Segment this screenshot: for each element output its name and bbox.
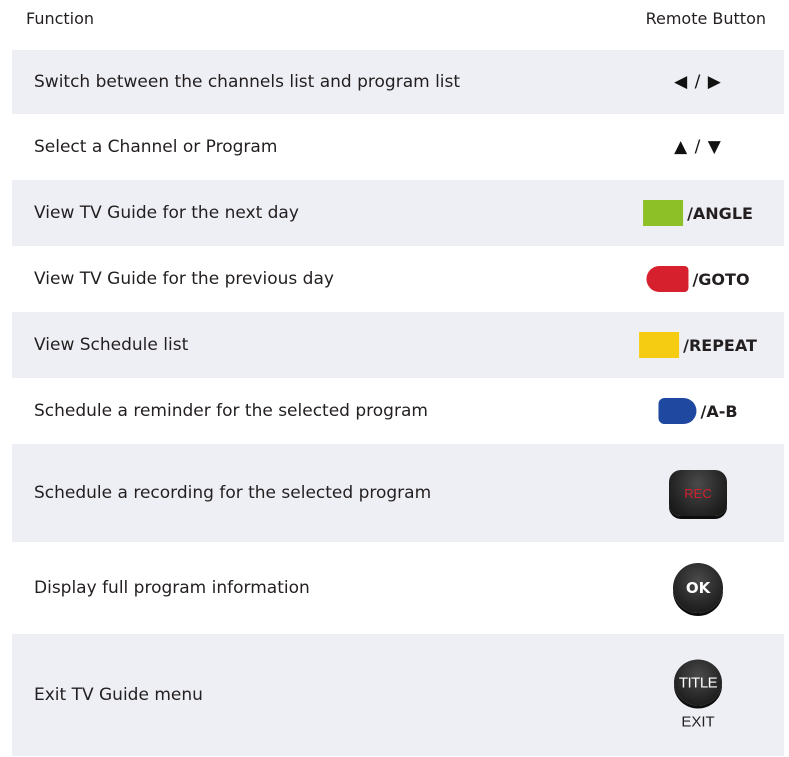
red-key-button: /GOTO [646, 266, 750, 292]
key-label: /REPEAT [683, 335, 757, 355]
green-key-button: /ANGLE [643, 200, 753, 226]
blue-key-button: /A-B [658, 398, 738, 424]
header-function: Function [26, 9, 95, 28]
function-text: View TV Guide for the next day [34, 203, 299, 223]
key-label: /GOTO [692, 269, 750, 289]
red-key-icon [646, 266, 689, 292]
function-text: View TV Guide for the previous day [34, 269, 334, 289]
table-row: Switch between the channels list and pro… [12, 50, 784, 114]
rec-button-icon: REC [669, 470, 727, 516]
function-text: Schedule a recording for the selected pr… [34, 483, 432, 503]
table-row: Display full program information OK [12, 542, 784, 634]
function-text: View Schedule list [34, 335, 189, 355]
table-row: View TV Guide for the next day /ANGLE [12, 180, 784, 246]
table-row: Schedule a recording for the selected pr… [12, 444, 784, 542]
function-text: Switch between the channels list and pro… [34, 72, 461, 92]
key-label: /A-B [700, 401, 738, 421]
blue-key-icon [658, 398, 697, 424]
function-text: Select a Channel or Program [34, 137, 278, 157]
function-text: Schedule a reminder for the selected pro… [34, 401, 428, 421]
title-button-label: TITLE [674, 659, 722, 706]
left-right-arrow-icon: ◀ / ▶ [674, 72, 722, 92]
table-row: View TV Guide for the previous day /GOTO [12, 246, 784, 312]
title-button-icon: TITLE EXIT [674, 659, 722, 731]
yellow-key-button: /REPEAT [639, 332, 757, 358]
table-row: Select a Channel or Program ▲ / ▼ [12, 114, 784, 180]
header-remote-button: Remote Button [645, 9, 766, 28]
up-down-arrow-icon: ▲ / ▼ [674, 137, 722, 157]
ok-button-icon: OK [673, 563, 723, 613]
yellow-key-icon [639, 332, 680, 358]
green-key-icon [643, 200, 684, 226]
table-row: Exit TV Guide menu TITLE EXIT [12, 634, 784, 756]
function-text: Exit TV Guide menu [34, 685, 203, 705]
rec-button-label: REC [669, 470, 727, 516]
table-row: View Schedule list /REPEAT [12, 312, 784, 378]
key-label: /ANGLE [687, 203, 753, 223]
ok-button-label: OK [673, 563, 723, 613]
exit-caption: EXIT [681, 713, 715, 731]
table-row: Schedule a reminder for the selected pro… [12, 378, 784, 444]
function-text: Display full program information [34, 578, 310, 598]
